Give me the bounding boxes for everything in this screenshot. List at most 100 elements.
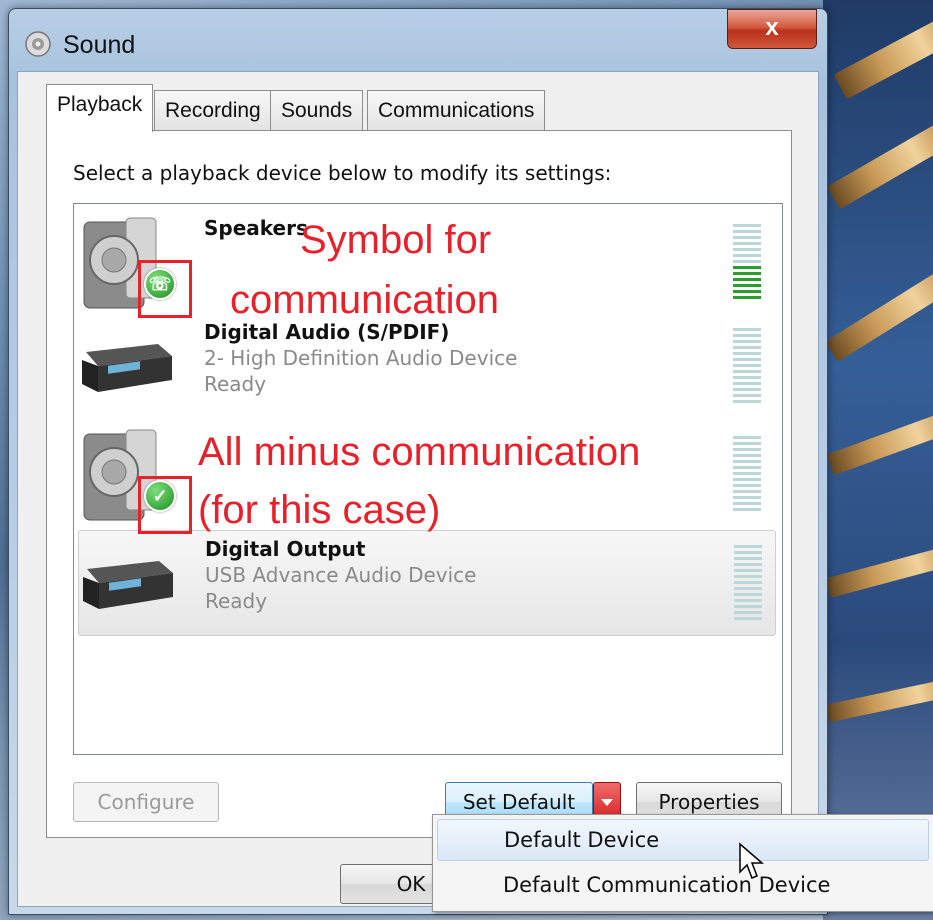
meter-bar (733, 340, 761, 343)
device-item-digital-output[interactable]: Digital Output USB Advance Audio Device … (78, 530, 776, 636)
tab-recording[interactable]: Recording (154, 90, 272, 131)
meter-bar (733, 496, 761, 499)
meter-bar (733, 284, 761, 287)
meter-bar (733, 352, 761, 355)
window-title: Sound (63, 31, 136, 59)
meter-bar (733, 364, 761, 367)
sound-app-icon (25, 31, 51, 57)
button-label: Configure (97, 790, 195, 814)
meter-bar (733, 272, 761, 275)
annotation-box-communication (138, 260, 192, 318)
device-description: USB Advance Audio Device (205, 563, 477, 587)
meter-bar (733, 346, 761, 349)
menu-item-default-communication-device[interactable]: Default Communication Device (437, 865, 927, 905)
tab-label: Sounds (281, 99, 353, 122)
annotation-box-default (138, 476, 192, 534)
meter-bar (734, 563, 762, 566)
device-status: Ready (204, 372, 267, 396)
meter-bar (733, 394, 761, 397)
receiver-icon (83, 561, 173, 609)
meter-bar (733, 478, 761, 481)
device-name: Digital Audio (S/PDIF) (204, 320, 450, 344)
annotation-text: Symbol for (300, 218, 492, 262)
menu-item-label: Default Communication Device (503, 873, 831, 897)
meter-bar (733, 278, 761, 281)
set-default-menu: Default Device Default Communication Dev… (432, 814, 933, 912)
button-label: OK (396, 872, 426, 896)
meter-bar (733, 248, 761, 251)
button-label: Properties (658, 790, 760, 814)
tab-playback[interactable]: Playback (46, 84, 154, 132)
title-bar[interactable]: Sound x (9, 9, 827, 71)
meter-bar (734, 617, 762, 620)
meter-bar (734, 569, 762, 572)
sound-dialog: Sound x Playback Recording Sounds Commun… (8, 8, 828, 915)
meter-bar (733, 334, 761, 337)
meter-bar (733, 466, 761, 469)
tab-sounds[interactable]: Sounds (270, 90, 364, 131)
tab-label: Recording (165, 99, 261, 122)
meter-bar (733, 236, 761, 239)
meter-bar (733, 448, 761, 451)
meter-bar (734, 557, 762, 560)
playback-tab-panel: Select a playback device below to modify… (46, 130, 792, 838)
meter-bar (733, 388, 761, 391)
meter-bar (733, 460, 761, 463)
mouse-cursor-icon (739, 842, 764, 879)
meter-bar (733, 370, 761, 373)
meter-bar (734, 593, 762, 596)
meter-bar (733, 266, 761, 269)
annotation-text: communication (230, 278, 500, 322)
annotation-text: All minus communication (198, 430, 641, 474)
meter-bar (733, 436, 761, 439)
meter-bar (733, 260, 761, 263)
tab-label: Playback (57, 93, 143, 116)
meter-bar (733, 490, 761, 493)
device-description: 2- High Definition Audio Device (204, 346, 518, 370)
meter-bar (733, 472, 761, 475)
meter-bar (733, 508, 761, 511)
meter-bar (733, 254, 761, 257)
device-name: Digital Output (205, 537, 366, 561)
receiver-icon (82, 344, 172, 392)
volume-meter (733, 328, 761, 406)
device-item-digital-audio[interactable]: Digital Audio (S/PDIF) 2- High Definitio… (78, 314, 774, 418)
meter-bar (733, 358, 761, 361)
configure-button[interactable]: Configure (73, 782, 219, 822)
meter-bar (734, 587, 762, 590)
meter-bar (733, 454, 761, 457)
meter-bar (734, 611, 762, 614)
volume-meter (733, 436, 761, 514)
volume-meter (733, 224, 761, 302)
tab-communications[interactable]: Communications (367, 90, 546, 131)
meter-bar (733, 242, 761, 245)
close-button[interactable]: x (727, 9, 817, 49)
meter-bar (733, 230, 761, 233)
meter-bar (733, 328, 761, 331)
playback-device-list[interactable]: ☏ Speakers Digital Audio (S/PDIF) 2- Hig… (73, 203, 783, 755)
meter-bar (734, 605, 762, 608)
meter-bar (733, 442, 761, 445)
device-status: Ready (205, 589, 268, 613)
button-label: Set Default (462, 790, 576, 814)
meter-bar (733, 502, 761, 505)
close-icon: x (765, 14, 779, 41)
tab-label: Communications (378, 99, 535, 122)
menu-item-default-device[interactable]: Default Device (437, 819, 929, 861)
meter-bar (733, 290, 761, 293)
meter-bar (733, 376, 761, 379)
meter-bar (734, 599, 762, 602)
meter-bar (733, 296, 761, 299)
meter-bar (733, 382, 761, 385)
device-name: Speakers (204, 216, 308, 240)
meter-bar (734, 581, 762, 584)
volume-meter (734, 545, 762, 623)
meter-bar (733, 400, 761, 403)
instruction-text: Select a playback device below to modify… (73, 161, 612, 185)
meter-bar (734, 551, 762, 554)
annotation-text: (for this case) (198, 488, 441, 532)
menu-item-label: Default Device (504, 828, 660, 852)
meter-bar (734, 575, 762, 578)
meter-bar (733, 224, 761, 227)
meter-bar (734, 545, 762, 548)
